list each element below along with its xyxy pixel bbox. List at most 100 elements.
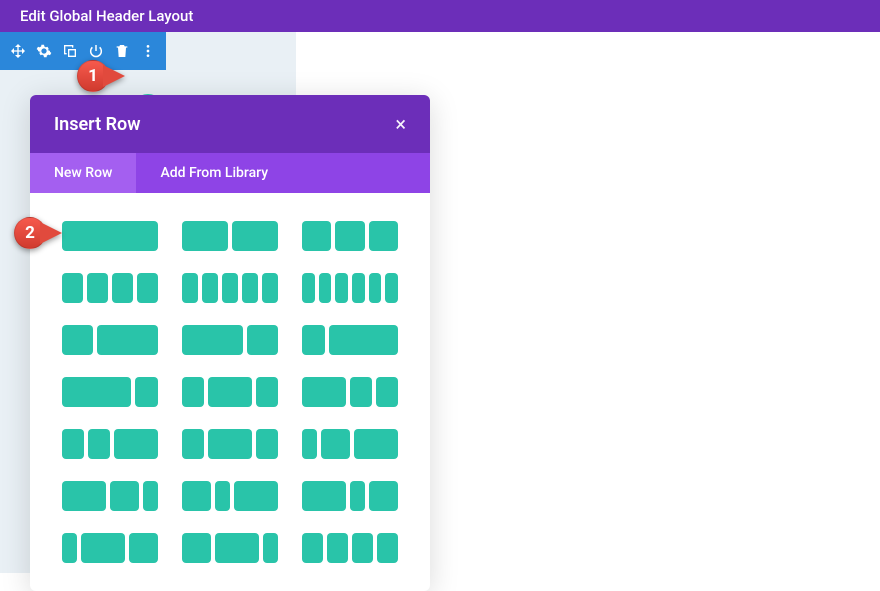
layout-row bbox=[62, 481, 398, 511]
layout-option[interactable] bbox=[62, 273, 158, 303]
layout-row bbox=[62, 273, 398, 303]
layout-column bbox=[88, 429, 110, 459]
layout-column bbox=[87, 273, 108, 303]
layout-option[interactable] bbox=[302, 429, 398, 459]
layout-column bbox=[62, 325, 93, 355]
layout-option[interactable] bbox=[302, 325, 398, 355]
layout-column bbox=[335, 273, 348, 303]
tab-label: Add From Library bbox=[160, 165, 268, 181]
layout-option[interactable] bbox=[182, 221, 278, 251]
layout-option[interactable] bbox=[302, 533, 398, 563]
layout-option[interactable] bbox=[62, 325, 158, 355]
layout-column bbox=[234, 481, 278, 511]
layout-option[interactable] bbox=[182, 481, 278, 511]
layout-column bbox=[62, 221, 158, 251]
layout-column bbox=[256, 429, 278, 459]
layout-column bbox=[182, 273, 198, 303]
layout-column bbox=[182, 429, 204, 459]
layout-column bbox=[302, 533, 323, 563]
layout-column bbox=[327, 533, 348, 563]
layout-column bbox=[62, 429, 84, 459]
layout-option[interactable] bbox=[182, 325, 278, 355]
layout-column bbox=[350, 377, 372, 407]
layout-option[interactable] bbox=[302, 377, 398, 407]
layout-row bbox=[62, 325, 398, 355]
layout-column bbox=[129, 533, 158, 563]
layout-column bbox=[208, 377, 252, 407]
layout-column bbox=[97, 325, 158, 355]
layout-column bbox=[202, 273, 218, 303]
layout-column bbox=[242, 273, 258, 303]
layout-column bbox=[182, 221, 228, 251]
tab-add-from-library[interactable]: Add From Library bbox=[136, 153, 292, 193]
modal-tabs: New Row Add From Library bbox=[30, 153, 430, 193]
layout-column bbox=[81, 533, 125, 563]
layout-column bbox=[352, 533, 373, 563]
layout-option[interactable] bbox=[182, 273, 278, 303]
layout-column bbox=[369, 221, 398, 251]
callout-arrow-icon bbox=[103, 65, 125, 87]
tab-new-row[interactable]: New Row bbox=[30, 153, 136, 193]
layout-column bbox=[182, 481, 211, 511]
more-icon[interactable] bbox=[136, 39, 160, 63]
layout-column bbox=[369, 481, 398, 511]
layout-column bbox=[302, 325, 325, 355]
layout-column bbox=[222, 273, 238, 303]
layout-option[interactable] bbox=[182, 533, 278, 563]
layout-column bbox=[302, 221, 331, 251]
layout-column bbox=[62, 273, 83, 303]
layout-column bbox=[302, 273, 315, 303]
layout-option[interactable] bbox=[302, 481, 398, 511]
layout-column bbox=[319, 273, 332, 303]
layout-column bbox=[135, 377, 158, 407]
layout-option[interactable] bbox=[62, 221, 158, 251]
layout-column bbox=[335, 221, 364, 251]
layout-option[interactable] bbox=[302, 273, 398, 303]
layout-column bbox=[137, 273, 158, 303]
layout-column bbox=[385, 273, 398, 303]
layout-column bbox=[369, 273, 382, 303]
layout-column bbox=[302, 377, 346, 407]
layout-column bbox=[302, 429, 317, 459]
layout-column bbox=[329, 325, 398, 355]
layout-option[interactable] bbox=[182, 429, 278, 459]
modal-title: Insert Row bbox=[54, 114, 141, 135]
gear-icon[interactable] bbox=[32, 39, 56, 63]
layout-column bbox=[232, 221, 278, 251]
close-icon[interactable]: × bbox=[395, 112, 406, 136]
callout-arrow-icon bbox=[40, 222, 62, 244]
layout-column bbox=[352, 273, 365, 303]
layout-option[interactable] bbox=[182, 377, 278, 407]
layout-column bbox=[262, 273, 278, 303]
layout-column bbox=[62, 377, 131, 407]
callout-2: 2 bbox=[14, 217, 62, 249]
layout-column bbox=[143, 481, 158, 511]
layout-column bbox=[377, 533, 398, 563]
tab-label: New Row bbox=[54, 165, 112, 181]
layout-column bbox=[256, 377, 278, 407]
layout-column bbox=[182, 377, 204, 407]
layout-column bbox=[321, 429, 350, 459]
layout-column bbox=[302, 481, 346, 511]
modal-header: Insert Row × bbox=[30, 95, 430, 153]
top-bar: Edit Global Header Layout bbox=[0, 0, 880, 32]
layout-column bbox=[263, 533, 278, 563]
layout-row bbox=[62, 377, 398, 407]
move-icon[interactable] bbox=[6, 39, 30, 63]
layout-option[interactable] bbox=[62, 377, 158, 407]
layout-row bbox=[62, 429, 398, 459]
layout-column bbox=[114, 429, 158, 459]
layout-column bbox=[376, 377, 398, 407]
layout-column bbox=[182, 533, 211, 563]
layout-column bbox=[62, 533, 77, 563]
layout-column bbox=[350, 481, 365, 511]
layout-option[interactable] bbox=[62, 533, 158, 563]
layout-row bbox=[62, 533, 398, 563]
layout-column bbox=[354, 429, 398, 459]
callout-1: 1 bbox=[77, 60, 125, 92]
layout-option[interactable] bbox=[302, 221, 398, 251]
page-title: Edit Global Header Layout bbox=[20, 7, 193, 25]
layout-option[interactable] bbox=[62, 429, 158, 459]
layout-option[interactable] bbox=[62, 481, 158, 511]
layout-row bbox=[62, 221, 398, 251]
